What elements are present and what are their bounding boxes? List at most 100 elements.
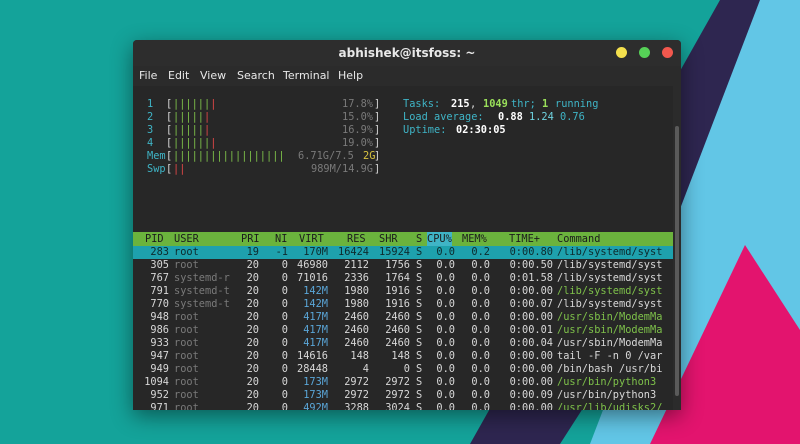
process-res: 4: [362, 363, 369, 375]
menu-help[interactable]: Help: [338, 69, 363, 82]
process-state: S: [416, 298, 423, 310]
process-command: /lib/systemd/syst: [557, 285, 663, 297]
cpu-meter-bars: ||||||: [173, 137, 211, 149]
process-time: 0:00.04: [509, 337, 553, 349]
window-titlebar[interactable]: abhishek@itsfoss: ~: [133, 40, 681, 66]
process-time: 0:00.07: [509, 298, 553, 310]
process-row[interactable]: 947 root 20 0 14616 148 148 S 0.0 0.0 0:00.00 tail …: [133, 350, 673, 363]
menu-file[interactable]: File: [139, 69, 157, 82]
meter-bracket: [: [166, 137, 173, 149]
process-row[interactable]: 1094 root 20 0 173M 2972 2972 S 0.0 0.0 0:00.00/us…: [133, 376, 673, 389]
process-virt: 417M: [303, 337, 328, 349]
process-priority: 20: [246, 337, 259, 349]
column-header-ni[interactable]: NI: [275, 232, 287, 246]
process-row[interactable]: 283 root 19 -1 170M 16424 15924 S 0.0 0.2 0:00.80 /…: [133, 246, 673, 259]
menu-search[interactable]: Search: [237, 69, 275, 82]
process-mem: 0.0: [471, 363, 490, 375]
process-command: /bin/bash /usr/bi: [557, 363, 663, 375]
process-cpu: 0.0: [436, 285, 455, 297]
cpu-meter-id: 1: [147, 98, 154, 110]
process-row[interactable]: 971 root 20 0 492M 3288 3024 S 0.0 0.0 0:00.00/usr…: [133, 402, 673, 410]
close-button[interactable]: [662, 47, 673, 58]
process-cpu: 0.0: [436, 246, 455, 258]
process-time: 0:00.00: [509, 285, 553, 297]
cpu-meter-bars-high: |: [210, 98, 217, 110]
process-state: S: [416, 311, 423, 323]
menu-terminal[interactable]: Terminal: [283, 69, 330, 82]
column-header-virt[interactable]: VIRT: [299, 232, 324, 246]
process-state: S: [416, 285, 423, 297]
cpu-meter-bars: ||||||: [173, 98, 211, 110]
scrollbar-thumb[interactable]: [675, 126, 679, 396]
menu-edit[interactable]: Edit: [168, 69, 189, 82]
process-priority: 20: [246, 298, 259, 310]
uptime-label: Uptime:: [403, 124, 447, 136]
process-row[interactable]: 948 root 20 0 417M 2460 2460 S 0.0 0.0 0:00.00/usr…: [133, 311, 673, 324]
process-state: S: [416, 350, 423, 362]
process-row[interactable]: 767 systemd-r 20 0 71016 2336 1764 S 0.0 0.0 0:01.…: [133, 272, 673, 285]
process-row[interactable]: 986 root 20 0 417M 2460 2460 S 0.0 0.0 0:00.01/usr…: [133, 324, 673, 337]
cpu-meter-id: 3: [147, 124, 154, 136]
process-cpu: 0.0: [436, 389, 455, 401]
column-header-time-[interactable]: TIME+: [509, 232, 540, 246]
cpu-meter-percent: 17.8%: [342, 98, 373, 110]
process-res: 2460: [344, 311, 369, 323]
process-time: 0:00.00: [509, 350, 553, 362]
process-virt: 173M: [303, 376, 328, 388]
process-user: root: [174, 246, 199, 258]
process-mem: 0.2: [471, 246, 490, 258]
cpu-meter-bars-high: |: [204, 124, 211, 136]
column-header-pri[interactable]: PRI: [241, 232, 260, 246]
mem-meter-bars: ||||||||||||||||||: [173, 150, 285, 162]
process-row[interactable]: 770 systemd-t 20 0 142M 1980 1916 S 0.0 0.0 0:00.0…: [133, 298, 673, 311]
process-table-header[interactable]: PID USER PRI NI VIRT RES SHR S CPU% MEM% TIME+ Comm…: [133, 232, 673, 246]
process-user: systemd-t: [174, 298, 230, 310]
process-row[interactable]: 791 systemd-t 20 0 142M 1980 1916 S 0.0 0.0 0:00.0…: [133, 285, 673, 298]
process-cpu: 0.0: [436, 376, 455, 388]
process-row[interactable]: 949 root 20 0 28448 4 0 S 0.0 0.0 0:00.00/bin/bash…: [133, 363, 673, 376]
column-header-pid[interactable]: PID: [145, 232, 164, 246]
process-user: systemd-t: [174, 285, 230, 297]
process-shr: 1756: [385, 259, 410, 271]
process-command: /lib/systemd/syst: [557, 246, 663, 258]
process-pid: 948: [150, 311, 169, 323]
column-header-res[interactable]: RES: [347, 232, 366, 246]
process-time: 0:00.00: [509, 376, 553, 388]
maximize-button[interactable]: [639, 47, 650, 58]
process-pid: 283: [150, 246, 169, 258]
process-virt: 142M: [303, 285, 328, 297]
load-15min: 0.76: [560, 111, 585, 123]
process-nice: 0: [281, 389, 288, 401]
htop-terminal[interactable]: 1[|||||| | 17.8%] 2[||||| | 15.0%] 3[||||| | 16.…: [133, 86, 673, 410]
process-nice: 0: [281, 298, 288, 310]
process-mem: 0.0: [471, 376, 490, 388]
process-virt: 71016: [297, 272, 328, 284]
tasks-count: 215: [451, 98, 470, 110]
cpu-meter-percent: 16.9%: [342, 124, 373, 136]
process-user: root: [174, 350, 199, 362]
process-priority: 20: [246, 376, 259, 388]
scrollbar[interactable]: [673, 86, 681, 410]
column-header-user[interactable]: USER: [174, 232, 199, 246]
process-row[interactable]: 933 root 20 0 417M 2460 2460 S 0.0 0.0 0:00.04/usr…: [133, 337, 673, 350]
process-mem: 0.0: [471, 272, 490, 284]
process-priority: 20: [246, 311, 259, 323]
process-row[interactable]: 305 root 20 0 46980 2112 1756 S 0.0 0.0 0:00.50/li…: [133, 259, 673, 272]
load-5min: 1.24: [529, 111, 554, 123]
menu-view[interactable]: View: [200, 69, 226, 82]
process-user: root: [174, 324, 199, 336]
process-command: /lib/systemd/syst: [557, 298, 663, 310]
column-header-command[interactable]: Command: [557, 232, 600, 246]
column-header-s[interactable]: S: [416, 232, 422, 246]
uptime-value: 02:30:05: [456, 124, 506, 136]
column-header-cpu-[interactable]: CPU%: [427, 232, 452, 246]
process-priority: 20: [246, 389, 259, 401]
minimize-button[interactable]: [616, 47, 627, 58]
cpu-meter-percent: 19.0%: [342, 137, 373, 149]
process-row[interactable]: 952 root 20 0 173M 2972 2972 S 0.0 0.0 0:00.09/usr…: [133, 389, 673, 402]
column-header-shr[interactable]: SHR: [379, 232, 398, 246]
process-pid: 947: [150, 350, 169, 362]
column-header-mem-[interactable]: MEM%: [462, 232, 487, 246]
running-label: running: [555, 98, 599, 110]
process-nice: 0: [281, 285, 288, 297]
